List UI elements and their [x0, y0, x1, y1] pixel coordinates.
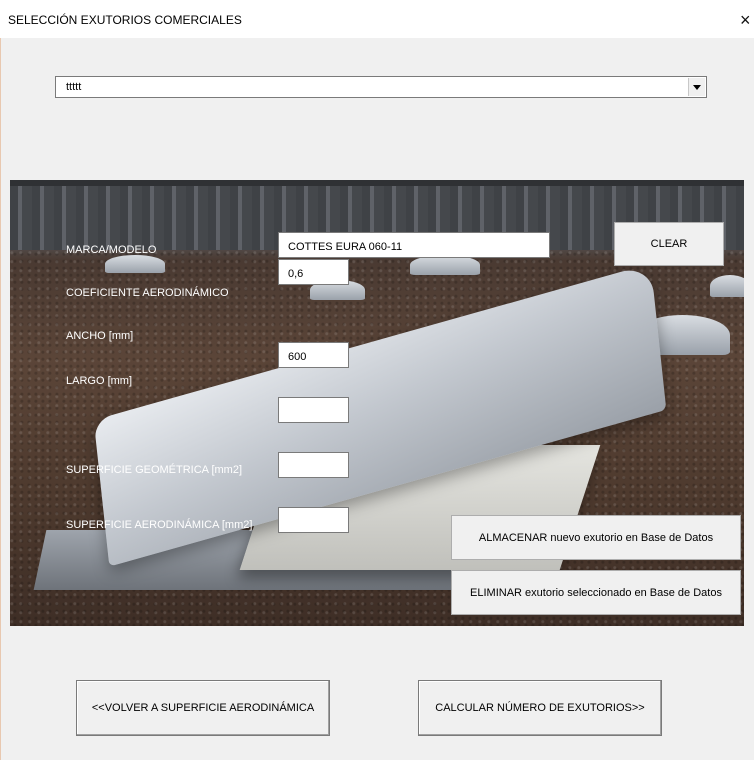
almacenar-button[interactable]: ALMACENAR nuevo exutorio en Base de Dato… [451, 515, 741, 560]
photo-dome [710, 275, 744, 297]
photo-dome [105, 255, 165, 273]
superficie-aerodinamica-field[interactable] [278, 507, 349, 533]
clear-button[interactable]: CLEAR [614, 222, 724, 266]
calcular-button[interactable]: CALCULAR NÚMERO DE EXUTORIOS>> [418, 680, 662, 736]
volver-button[interactable]: <<VOLVER A SUPERFICIE AERODINÁMICA [76, 680, 330, 736]
eliminar-button[interactable]: ELIMINAR exutorio seleccionado en Base d… [451, 570, 741, 615]
photo-top-band [10, 180, 744, 186]
largo-field[interactable] [278, 397, 349, 423]
marca-field[interactable] [278, 232, 550, 258]
title-bar: SELECCIÓN EXUTORIOS COMERCIALES × [0, 0, 754, 38]
largo-label: LARGO [mm] [66, 375, 133, 387]
superficie-aerodinamica-label: SUPERFICIE AERODINÁMICA [mm2] [66, 519, 253, 531]
close-icon[interactable]: × [740, 8, 754, 32]
ancho-label: ANCHO [mm] [66, 330, 134, 342]
marca-label: MARCA/MODELO [66, 244, 157, 256]
photo-dome [410, 255, 480, 275]
superficie-geometrica-label: SUPERFICIE GEOMÉTRICA [mm2] [66, 464, 243, 476]
form-left-border [0, 38, 1, 760]
window-title: SELECCIÓN EXUTORIOS COMERCIALES [8, 13, 242, 27]
exutorio-selector[interactable]: ttttt [55, 76, 707, 98]
exutorio-selector-value: ttttt [66, 81, 82, 93]
superficie-geometrica-field[interactable] [278, 452, 349, 478]
coeficiente-field[interactable] [278, 259, 349, 285]
ancho-field[interactable] [278, 342, 349, 368]
coeficiente-label: COEFICIENTE AERODINÁMICO [66, 287, 229, 299]
chevron-down-icon[interactable] [688, 78, 705, 96]
